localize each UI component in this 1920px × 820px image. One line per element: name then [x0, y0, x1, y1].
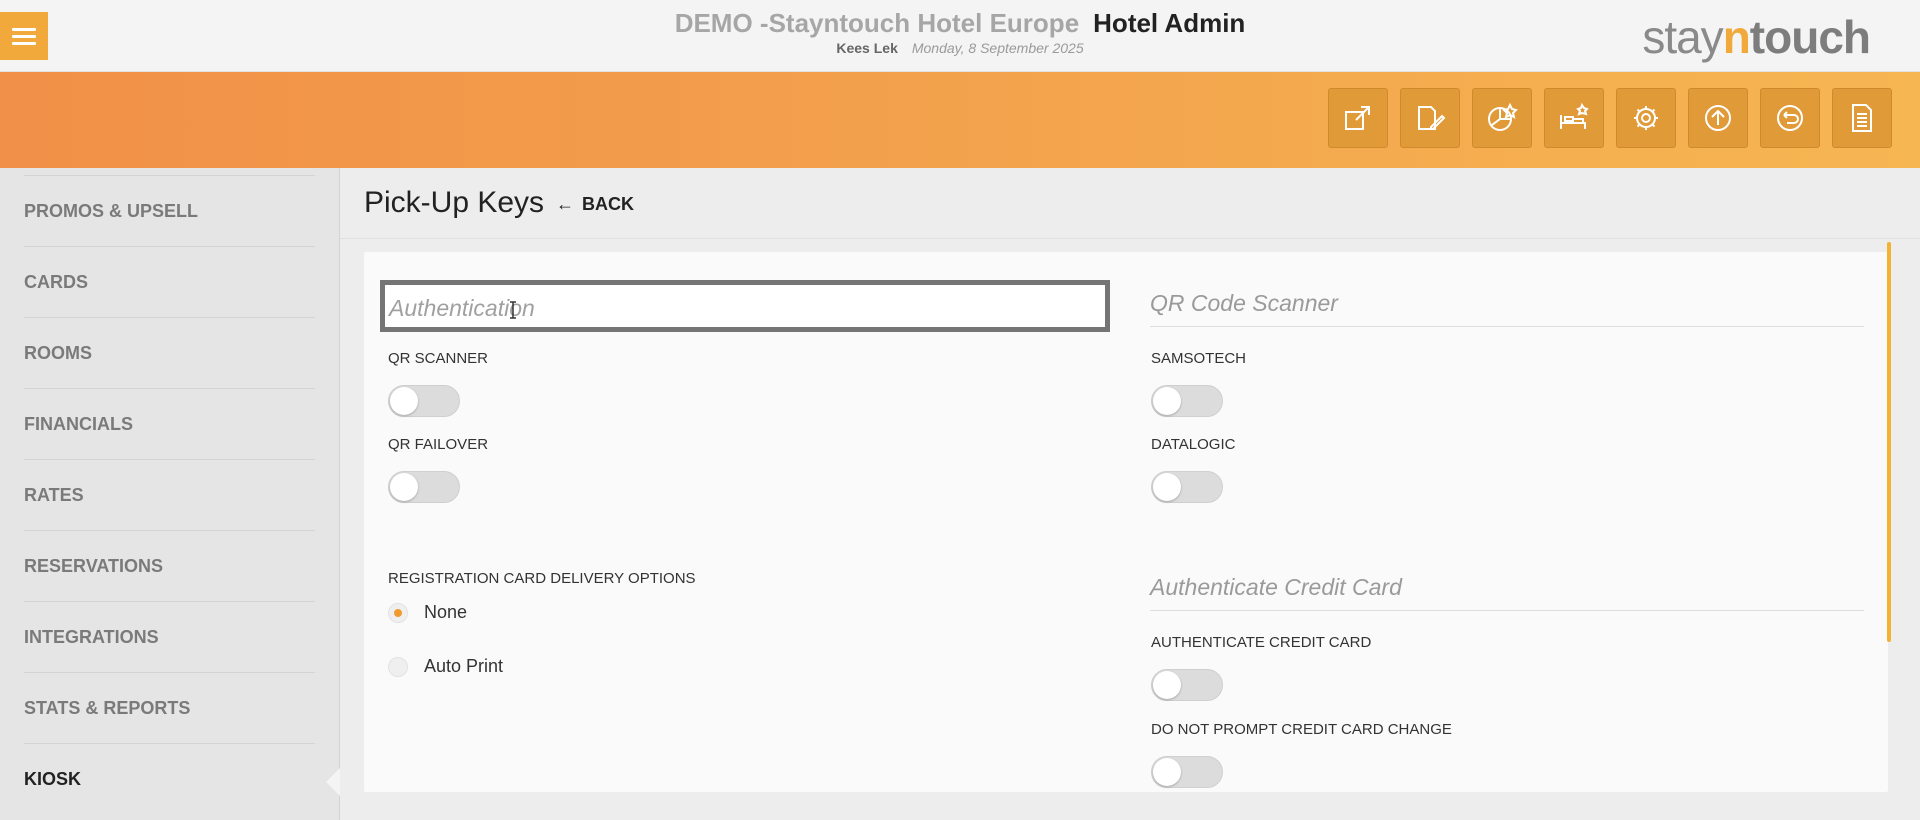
qr-scanner-label: QR SCANNER [388, 350, 489, 367]
datalogic-toggle[interactable] [1151, 471, 1223, 503]
chart-star-icon[interactable] [1472, 88, 1532, 148]
sidebar-item-integrations[interactable]: INTEGRATIONS [24, 601, 315, 672]
settings-card [364, 252, 1888, 792]
no-prompt-credit-card-label: DO NOT PROMPT CREDIT CARD CHANGE [1151, 721, 1452, 738]
samsotech-toggle[interactable] [1151, 385, 1223, 417]
qr-failover-toggle[interactable] [388, 471, 460, 503]
toolbar-icons [1328, 88, 1892, 148]
option-none-label[interactable]: None [424, 602, 467, 623]
user-return-icon[interactable] [1760, 88, 1820, 148]
app-name: Hotel Admin [1093, 8, 1246, 38]
qr-code-scanner-title: QR Code Scanner [1150, 290, 1338, 316]
sidebar-item-reservations[interactable]: RESERVATIONS [24, 530, 315, 601]
app-title: DEMO -Stayntouch Hotel Europe Hotel Admin [0, 8, 1920, 39]
open-external-icon[interactable] [1328, 88, 1388, 148]
top-bar: DEMO -Stayntouch Hotel Europe Hotel Admin… [0, 0, 1920, 72]
upload-icon[interactable] [1688, 88, 1748, 148]
authentication-field[interactable]: Authentication [380, 280, 1110, 332]
sidebar-item-kiosk[interactable]: KIOSK [24, 743, 315, 814]
sidebar-item-cards[interactable]: CARDS [24, 246, 315, 317]
bed-star-icon[interactable] [1544, 88, 1604, 148]
arrow-left-icon: ← [556, 194, 574, 214]
scrollbar[interactable] [1887, 242, 1891, 642]
no-prompt-credit-card-toggle[interactable] [1151, 756, 1223, 788]
user-date-line: Kees Lek Monday, 8 September 2025 [0, 40, 1920, 56]
authenticate-credit-card-label: AUTHENTICATE CREDIT CARD [1151, 634, 1372, 651]
option-auto-print-radio[interactable] [388, 657, 408, 677]
stayntouch-logo: stayntouch [1642, 11, 1871, 63]
document-list-icon[interactable] [1832, 88, 1892, 148]
qr-failover-label: QR FAILOVER [388, 436, 489, 453]
back-button[interactable]: ← BACK [556, 194, 634, 215]
option-none-radio[interactable] [388, 603, 408, 623]
sidebar-item-stats-reports[interactable]: STATS & REPORTS [24, 672, 315, 743]
section-divider [1150, 610, 1864, 611]
user-name: Kees Lek [836, 40, 898, 56]
option-auto-print-label[interactable]: Auto Print [424, 656, 503, 677]
back-label: BACK [582, 194, 634, 214]
sidebar-item-rates[interactable]: RATES [24, 459, 315, 530]
sidebar: PROMOS & UPSELL CARDS ROOMS FINANCIALS R… [0, 168, 340, 820]
sidebar-item-promos-upsell[interactable]: PROMOS & UPSELL [24, 175, 315, 246]
edit-document-icon[interactable] [1400, 88, 1460, 148]
toolbar-band [0, 72, 1920, 168]
text-cursor-icon [510, 301, 516, 319]
page-title: Pick-Up Keys [364, 186, 545, 219]
sidebar-item-rooms[interactable]: ROOMS [24, 317, 315, 388]
header-divider [340, 238, 1920, 239]
samsotech-label: SAMSOTECH [1151, 350, 1247, 367]
settings-gear-icon[interactable] [1616, 88, 1676, 148]
authenticate-credit-card-title: Authenticate Credit Card [1150, 574, 1402, 600]
section-divider [1150, 326, 1864, 327]
hotel-name: DEMO -Stayntouch Hotel Europe [674, 8, 1080, 38]
datalogic-label: DATALOGIC [1151, 436, 1236, 453]
sidebar-item-financials[interactable]: FINANCIALS [24, 388, 315, 459]
active-indicator [326, 768, 340, 796]
current-date: Monday, 8 September 2025 [911, 40, 1084, 56]
authenticate-credit-card-toggle[interactable] [1151, 669, 1223, 701]
qr-scanner-toggle[interactable] [388, 385, 460, 417]
registration-card-label: REGISTRATION CARD DELIVERY OPTIONS [388, 570, 696, 587]
